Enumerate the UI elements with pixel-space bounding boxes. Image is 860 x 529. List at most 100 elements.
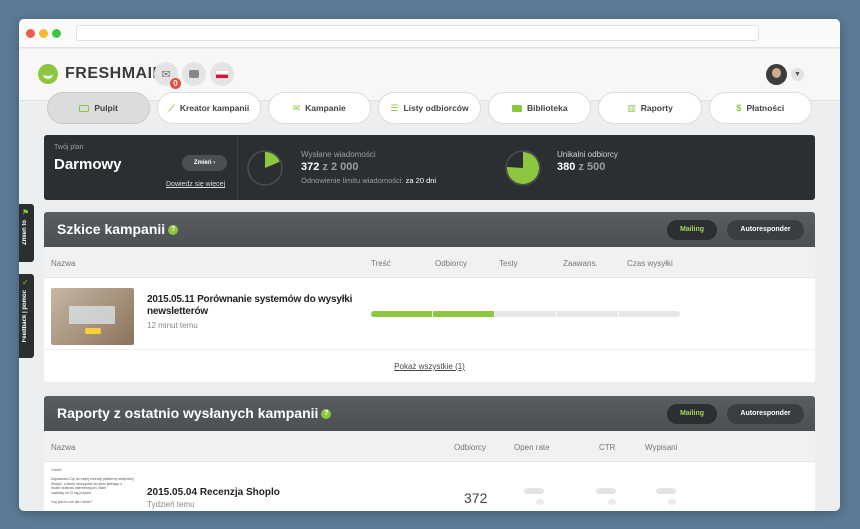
main-navigation: Pulpit ⟋ Kreator kampanii ✉ Kampanie ☰ L… <box>47 92 812 124</box>
progress-divider <box>618 311 619 317</box>
unique-label: Unikalni odbiorcy <box>557 150 618 159</box>
col-name: Nazwa <box>51 443 76 452</box>
nav-platnosci[interactable]: $ Płatności <box>708 92 812 124</box>
avatar[interactable] <box>766 64 787 85</box>
renew-value: za 20 dni <box>405 176 437 185</box>
monitor-icon <box>79 104 90 112</box>
help-icon[interactable]: ? <box>321 409 332 420</box>
col-recipients: Odbiorcy <box>435 259 468 268</box>
drafts-card: Szkice kampanii? Mailing Autoresponder N… <box>44 212 815 382</box>
col-tests: Testy <box>499 259 518 268</box>
learn-more-link[interactable]: Dowiedz się więcej <box>166 181 225 188</box>
campaign-thumbnail[interactable]: Cześć! Zapraszam Cię do mojej recenzji p… <box>51 468 134 511</box>
nav-kampanie[interactable]: ✉ Kampanie <box>267 92 371 124</box>
nav-listy-odbiorcow[interactable]: ☰ Listy odbiorców <box>377 92 482 124</box>
messages-icon[interactable]: ✉ 0 <box>154 62 181 89</box>
envelope-icon: ✉ <box>292 102 301 113</box>
book-icon: ▥ <box>627 102 636 113</box>
plan-name: Darmowy <box>54 156 122 173</box>
nav-raporty[interactable]: ▥ Raporty <box>598 92 702 124</box>
tab-autoresponder[interactable]: Autoresponder <box>727 220 804 240</box>
progress-divider <box>556 311 557 317</box>
chevron-down-icon[interactable]: ▼ <box>791 68 804 81</box>
minimize-window-button[interactable] <box>39 29 48 38</box>
feedback-tab[interactable]: ✓ Feedback | pomoc <box>19 274 34 358</box>
close-window-button[interactable] <box>26 29 35 38</box>
campaign-time: 12 minut temu <box>147 321 198 330</box>
nav-label: Płatności <box>746 103 785 113</box>
reports-header: Raporty z ostatnio wysłanych kampanii? M… <box>44 396 815 431</box>
change-it-label: Zmień to <box>22 220 28 245</box>
col-content: Treść <box>371 259 391 268</box>
feedback-label: Feedback | pomoc <box>22 290 28 343</box>
reports-title-text: Raporty z ostatnio wysłanych kampanii <box>57 405 319 421</box>
plan-panel: Twój plan Darmowy Zmień › Dowiedz się wi… <box>44 135 815 200</box>
browser-window: FRESHMAIL ✉ 0 ▼ Pulpit ⟋ Kreator kampani… <box>19 19 840 511</box>
wand-icon: ⟋ <box>168 102 175 113</box>
change-it-tab[interactable]: ⚑ Zmień to <box>19 204 34 262</box>
unique-limit: z 500 <box>578 161 606 173</box>
nav-label: Kampanie <box>305 103 346 113</box>
app-logo-text[interactable]: FRESHMAIL <box>65 65 163 83</box>
blurred-ctr <box>596 488 616 494</box>
help-icon[interactable]: ? <box>168 225 179 236</box>
col-send-time: Czas wysyłki <box>627 259 673 268</box>
progress-divider <box>494 311 495 317</box>
sent-limit: z 2 000 <box>322 161 359 173</box>
unique-count: 380 <box>557 161 576 173</box>
blurred-unsubscribed <box>656 488 676 494</box>
list-icon: ☰ <box>390 102 399 113</box>
address-bar[interactable] <box>76 25 759 41</box>
blurred-open-rate-sub <box>536 499 544 505</box>
plan-label: Twój plan <box>54 144 84 151</box>
preview-line: Czy jest to coś dla Ciebie? <box>51 500 93 505</box>
reports-card: Raporty z ostatnio wysłanych kampanii? M… <box>44 396 815 511</box>
nav-label: Raporty <box>640 103 673 113</box>
maximize-window-button[interactable] <box>52 29 61 38</box>
nav-label: Pulpit <box>94 103 118 113</box>
show-all-row: Pokaż wszystkie (1) <box>44 350 815 381</box>
col-advanced: Zaawans. <box>563 259 598 268</box>
campaign-title[interactable]: 2015.05.11 Porównanie systemów do wysyłk… <box>147 294 357 318</box>
blurred-open-rate <box>524 488 544 494</box>
col-name: Nazwa <box>51 259 76 268</box>
col-ctr: CTR <box>599 443 616 452</box>
drafts-table-header: Nazwa Treść Odbiorcy Testy Zaawans. Czas… <box>44 247 815 278</box>
tab-mailing[interactable]: Mailing <box>667 404 717 424</box>
renew-label: Odnowienie limitu wiadomości: <box>301 176 404 185</box>
progress-divider <box>432 311 433 317</box>
tab-autoresponder[interactable]: Autoresponder <box>727 404 804 424</box>
change-plan-button[interactable]: Zmień › <box>182 155 227 171</box>
nav-pulpit[interactable]: Pulpit <box>47 92 151 124</box>
nav-label: Listy odbiorców <box>403 103 469 113</box>
polish-flag-icon <box>215 69 229 79</box>
nav-label: Kreator kampanii <box>179 103 250 113</box>
unique-recipients-pie <box>505 150 541 186</box>
divider <box>237 135 238 200</box>
chat-icon[interactable] <box>182 62 206 86</box>
renew-info: Odnowienie limitu wiadomości: za 20 dni <box>301 176 436 185</box>
show-all-link[interactable]: Pokaż wszystkie (1) <box>394 362 465 371</box>
blurred-ctr-sub <box>608 499 616 505</box>
drafts-header: Szkice kampanii? Mailing Autoresponder <box>44 212 815 247</box>
campaign-progress-bar <box>371 311 680 317</box>
reports-title: Raporty z ostatnio wysłanych kampanii? <box>57 405 332 421</box>
nav-kreator-kampanii[interactable]: ⟋ Kreator kampanii <box>157 92 261 124</box>
nav-biblioteka[interactable]: Biblioteka <box>488 92 592 124</box>
campaign-title[interactable]: 2015.05.04 Recenzja Shoplo <box>147 487 280 498</box>
notification-badge: 0 <box>170 78 181 89</box>
language-switch[interactable] <box>210 62 234 86</box>
campaign-thumbnail[interactable] <box>51 288 134 345</box>
browser-chrome <box>19 19 840 48</box>
sent-count: 372 <box>301 161 320 173</box>
reports-table-header: Nazwa Odbiorcy Open rate CTR Wypisani <box>44 431 815 462</box>
sent-messages-pie <box>247 150 283 186</box>
tab-mailing[interactable]: Mailing <box>667 220 717 240</box>
drafts-title-text: Szkice kampanii <box>57 221 166 237</box>
thumbs-up-icon: ✓ <box>22 278 29 287</box>
dollar-icon: $ <box>736 103 742 113</box>
table-row[interactable]: 2015.05.11 Porównanie systemów do wysyłk… <box>44 278 815 350</box>
unique-value: 380 z 500 <box>557 161 605 173</box>
table-row[interactable]: Cześć! Zapraszam Cię do mojej recenzji p… <box>44 462 815 511</box>
freshmail-logo-icon[interactable] <box>38 64 58 84</box>
